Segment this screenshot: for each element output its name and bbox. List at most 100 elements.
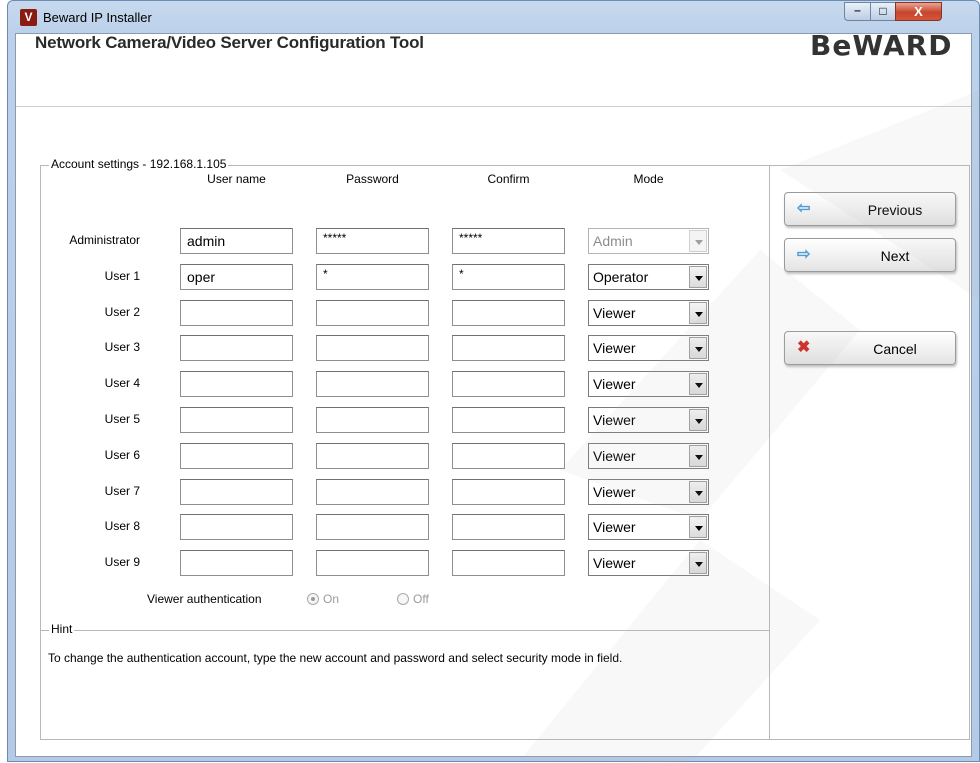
- beward-logo: BeWARD: [810, 29, 953, 62]
- username-field[interactable]: [180, 371, 293, 397]
- cancel-button[interactable]: ✖ Cancel: [784, 331, 956, 365]
- password-field[interactable]: [316, 550, 429, 576]
- row-label: User 2: [104, 305, 140, 319]
- previous-button[interactable]: ⇦ Previous: [784, 192, 956, 226]
- account-settings-legend: Account settings - 192.168.1.105: [49, 157, 229, 171]
- mode-select[interactable]: Viewer: [588, 335, 709, 361]
- viewer-auth-off-radio[interactable]: Off: [397, 592, 429, 606]
- mode-select-value: Viewer: [593, 555, 636, 571]
- mode-select-value: Viewer: [593, 412, 636, 428]
- row-label: User 8: [104, 519, 140, 533]
- mode-select[interactable]: Viewer: [588, 443, 709, 469]
- confirm-password-field[interactable]: *: [452, 264, 565, 290]
- mode-select-value: Viewer: [593, 340, 636, 356]
- username-field[interactable]: [180, 550, 293, 576]
- window-title: Beward IP Installer: [43, 10, 152, 25]
- row-label: User 6: [104, 448, 140, 462]
- radio-unselected-icon: [397, 593, 409, 605]
- hint-text: To change the authentication account, ty…: [48, 651, 623, 665]
- mode-select[interactable]: Viewer: [588, 300, 709, 326]
- mode-select: Admin: [588, 228, 709, 254]
- username-field[interactable]: oper: [180, 264, 293, 290]
- confirm-password-field[interactable]: [452, 550, 565, 576]
- username-field[interactable]: [180, 335, 293, 361]
- password-field[interactable]: *: [316, 264, 429, 290]
- minimize-button[interactable]: –: [844, 2, 871, 21]
- password-field[interactable]: [316, 479, 429, 505]
- close-icon: X: [914, 4, 923, 19]
- radio-selected-icon: [307, 593, 319, 605]
- username-field[interactable]: [180, 300, 293, 326]
- username-field[interactable]: [180, 479, 293, 505]
- chevron-down-icon: [689, 230, 707, 252]
- next-button[interactable]: ⇨ Next: [784, 238, 956, 272]
- username-field[interactable]: admin: [180, 228, 293, 254]
- previous-button-label: Previous: [867, 202, 923, 218]
- viewer-auth-label: Viewer authentication: [147, 592, 262, 606]
- chevron-down-icon[interactable]: [689, 552, 707, 574]
- column-header-mode: Mode: [633, 172, 664, 186]
- viewer-auth-on-radio[interactable]: On: [307, 592, 339, 606]
- password-field[interactable]: [316, 371, 429, 397]
- chevron-down-icon[interactable]: [689, 373, 707, 395]
- chevron-down-icon[interactable]: [689, 337, 707, 359]
- mode-select[interactable]: Viewer: [588, 407, 709, 433]
- viewer-auth-off-label: Off: [413, 592, 429, 606]
- cancel-button-label: Cancel: [873, 341, 917, 357]
- mode-select-value: Viewer: [593, 519, 636, 535]
- password-field[interactable]: [316, 407, 429, 433]
- mode-select-value: Viewer: [593, 484, 636, 500]
- chevron-down-icon[interactable]: [689, 445, 707, 467]
- confirm-password-field[interactable]: [452, 407, 565, 433]
- username-field[interactable]: [180, 407, 293, 433]
- title-bar[interactable]: V Beward IP Installer – □ X: [8, 1, 978, 31]
- arrow-right-icon: ⇨: [797, 246, 811, 263]
- viewer-auth-on-label: On: [323, 592, 340, 606]
- page-title: Network Camera/Video Server Configuratio…: [35, 33, 424, 52]
- password-field[interactable]: [316, 300, 429, 326]
- mode-select-value: Admin: [593, 233, 633, 249]
- confirm-password-field[interactable]: [452, 335, 565, 361]
- mode-select[interactable]: Viewer: [588, 514, 709, 540]
- username-field[interactable]: [180, 443, 293, 469]
- row-label: User 4: [104, 376, 140, 390]
- app-logo-icon: V: [20, 9, 37, 26]
- password-field[interactable]: [316, 443, 429, 469]
- confirm-password-field[interactable]: [452, 479, 565, 505]
- mode-select-value: Viewer: [593, 305, 636, 321]
- mode-select-value: Viewer: [593, 376, 636, 392]
- close-button[interactable]: X: [895, 2, 942, 21]
- chevron-down-icon[interactable]: [689, 481, 707, 503]
- header-divider: [16, 106, 971, 107]
- column-header-username: User name: [207, 172, 266, 186]
- password-field[interactable]: [316, 514, 429, 540]
- mode-select-value: Operator: [593, 269, 649, 285]
- confirm-password-field[interactable]: [452, 514, 565, 540]
- maximize-icon: □: [879, 4, 887, 18]
- maximize-button[interactable]: □: [870, 2, 896, 21]
- column-header-confirm: Confirm: [487, 172, 530, 186]
- row-label: User 7: [104, 484, 140, 498]
- mode-select[interactable]: Viewer: [588, 371, 709, 397]
- mode-select[interactable]: Viewer: [588, 550, 709, 576]
- column-header-password: Password: [346, 172, 399, 186]
- confirm-password-field[interactable]: [452, 300, 565, 326]
- hint-group: [40, 630, 770, 740]
- confirm-password-field[interactable]: [452, 371, 565, 397]
- confirm-password-field[interactable]: *****: [452, 228, 565, 254]
- next-button-label: Next: [880, 248, 910, 264]
- password-field[interactable]: *****: [316, 228, 429, 254]
- chevron-down-icon[interactable]: [689, 302, 707, 324]
- username-field[interactable]: [180, 514, 293, 540]
- chevron-down-icon[interactable]: [689, 266, 707, 288]
- mode-select-value: Viewer: [593, 448, 636, 464]
- password-field[interactable]: [316, 335, 429, 361]
- row-label: User 1: [104, 269, 140, 283]
- chevron-down-icon[interactable]: [689, 516, 707, 538]
- mode-select[interactable]: Operator: [588, 264, 709, 290]
- cancel-x-icon: ✖: [797, 339, 811, 356]
- mode-select[interactable]: Viewer: [588, 479, 709, 505]
- row-label: Administrator: [69, 233, 140, 247]
- confirm-password-field[interactable]: [452, 443, 565, 469]
- chevron-down-icon[interactable]: [689, 409, 707, 431]
